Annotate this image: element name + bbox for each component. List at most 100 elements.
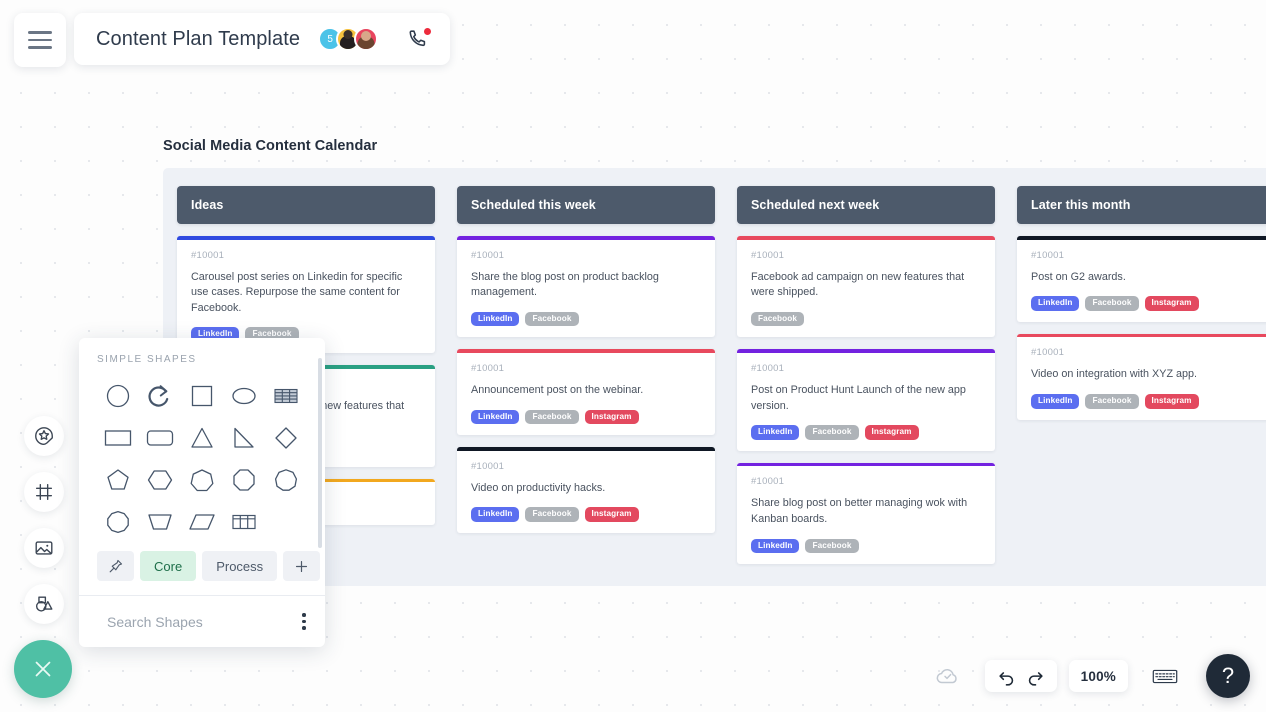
card-text: Video on integration with XYZ app. [1031, 368, 1198, 381]
shape-ellipse[interactable] [223, 377, 265, 415]
card-tag[interactable]: LinkedIn [471, 507, 520, 523]
shape-circle[interactable] [97, 377, 139, 415]
undo-icon[interactable] [997, 667, 1016, 686]
board-card[interactable]: #10001 Post on G2 awards. LinkedIn Facebook… [1017, 236, 1266, 322]
shapes-tool-button[interactable] [24, 584, 64, 624]
table-striped-icon [274, 388, 298, 404]
board-card[interactable]: #10001 Carousel post series on Linkedin f… [177, 236, 435, 354]
zoom-level-button[interactable]: 100% [1068, 660, 1128, 692]
call-notification-dot [423, 27, 433, 36]
card-body: #10001 Facebook ad campaign on new featur… [737, 240, 995, 338]
board-card[interactable]: #10001 Facebook ad campaign on new featur… [737, 236, 995, 338]
shape-hexagon[interactable] [139, 461, 181, 499]
card-tag[interactable]: Facebook [805, 425, 859, 440]
shape-nonagon[interactable] [265, 461, 307, 499]
card-id: #10001 [751, 362, 785, 374]
card-tags: LinkedIn Facebook Instagram [1031, 296, 1261, 311]
shape-heptagon[interactable] [181, 461, 223, 499]
frame-tool-button[interactable] [24, 472, 64, 512]
board-card[interactable]: #10001 Video on productivity hacks. Linked… [457, 447, 715, 534]
shape-decagon[interactable] [97, 503, 139, 541]
tab-process[interactable]: Process [202, 551, 278, 581]
tab-pin[interactable] [97, 551, 134, 581]
search-input[interactable] [107, 613, 288, 630]
shape-rectangle[interactable] [97, 419, 139, 457]
card-text: Share the blog post on product backlog m… [471, 270, 659, 299]
shape-octagon[interactable] [223, 461, 265, 499]
shape-arc-arrow[interactable] [139, 377, 181, 415]
shape-square[interactable] [181, 377, 223, 415]
card-tag[interactable]: Facebook [525, 409, 579, 425]
close-panel-button[interactable] [14, 640, 72, 698]
card-tags: Facebook [751, 311, 981, 327]
collaborator-avatars: 5 [318, 27, 379, 51]
board-card[interactable]: #10001 Video on integration with XYZ app.… [1017, 333, 1266, 420]
kebab-menu-icon [302, 626, 306, 630]
card-tag[interactable]: LinkedIn [751, 538, 800, 554]
column-header[interactable]: Scheduled next week [737, 186, 995, 224]
shapes-more-button[interactable] [298, 609, 310, 634]
card-tags: LinkedIn Facebook Instagram [471, 507, 701, 523]
card-tag[interactable]: Facebook [525, 507, 579, 523]
shape-trapezoid[interactable] [139, 503, 181, 541]
card-body: #10001 Share the blog post on product bac… [457, 240, 715, 338]
card-tag[interactable]: Instagram [1144, 296, 1199, 311]
card-tag[interactable]: Facebook [1085, 296, 1139, 311]
avatar-user-2[interactable] [354, 27, 379, 51]
save-status-button[interactable] [923, 660, 973, 692]
board-card[interactable]: #10001 Share the blog post on product bac… [457, 236, 715, 338]
card-tag[interactable]: Instagram [584, 507, 639, 523]
keyboard-shortcuts-button[interactable] [1140, 660, 1190, 692]
shapes-panel-scrollbar[interactable] [318, 358, 322, 548]
shape-triangle[interactable] [181, 419, 223, 457]
board-columns: Ideas #10001 Carousel post series on Linke… [163, 186, 1266, 565]
card-tag[interactable]: Instagram [584, 409, 639, 425]
card-tag[interactable]: Facebook [525, 311, 579, 327]
card-id: #10001 [751, 249, 785, 261]
shape-table-striped[interactable] [265, 377, 307, 415]
help-button[interactable]: ? [1206, 654, 1250, 698]
card-body: #10001 Post on G2 awards. LinkedIn Facebook… [1017, 240, 1266, 322]
sticker-tool-button[interactable] [24, 416, 64, 456]
shapes-icon [35, 596, 53, 612]
card-text: Carousel post series on Linkedin for spe… [191, 270, 403, 314]
column-header[interactable]: Scheduled this week [457, 186, 715, 224]
column-header[interactable]: Later this month [1017, 186, 1266, 224]
shape-diamond[interactable] [265, 419, 307, 457]
board-card[interactable]: #10001 Share blog post on better managing… [737, 462, 995, 565]
shape-right-triangle[interactable] [223, 419, 265, 457]
rectangle-icon [104, 430, 132, 446]
shape-pentagon[interactable] [97, 461, 139, 499]
column-header[interactable]: Ideas [177, 186, 435, 224]
image-tool-button[interactable] [24, 528, 64, 568]
start-call-button[interactable] [408, 27, 433, 50]
shape-table-grid[interactable] [223, 503, 265, 541]
board-panel: Ideas #10001 Carousel post series on Linke… [163, 168, 1266, 586]
shape-rounded-rectangle[interactable] [139, 419, 181, 457]
card-tag[interactable]: LinkedIn [751, 425, 800, 440]
redo-icon[interactable] [1026, 667, 1045, 686]
card-tag[interactable]: LinkedIn [1031, 393, 1080, 409]
sticker-star-icon [35, 427, 53, 445]
card-tag[interactable]: LinkedIn [1031, 296, 1080, 311]
card-tag[interactable]: Instagram [864, 425, 919, 440]
tab-core[interactable]: Core [140, 551, 197, 581]
shape-grid [97, 377, 307, 541]
card-tag[interactable]: Instagram [1144, 393, 1199, 409]
card-tag[interactable]: Facebook [1085, 393, 1139, 409]
zoom-level-label: 100% [1080, 668, 1116, 684]
tab-add[interactable] [283, 551, 321, 581]
kanban-board: Social Media Content Calendar Ideas #1000… [163, 138, 1266, 586]
card-tag[interactable]: Facebook [751, 311, 805, 327]
shape-parallelogram[interactable] [181, 503, 223, 541]
tool-rail [24, 416, 64, 624]
board-card[interactable]: #10001 Post on Product Hunt Launch of the… [737, 349, 995, 451]
rounded-rectangle-icon [146, 430, 174, 446]
card-tag[interactable]: LinkedIn [471, 409, 520, 425]
card-tag[interactable]: LinkedIn [471, 311, 520, 327]
card-tag[interactable]: Facebook [805, 538, 859, 554]
card-body: #10001 Carousel post series on Linkedin f… [177, 240, 435, 354]
hamburger-menu-button[interactable] [14, 13, 66, 67]
board-card[interactable]: #10001 Announcement post on the webinar. L… [457, 349, 715, 436]
kebab-menu-icon [302, 619, 306, 624]
